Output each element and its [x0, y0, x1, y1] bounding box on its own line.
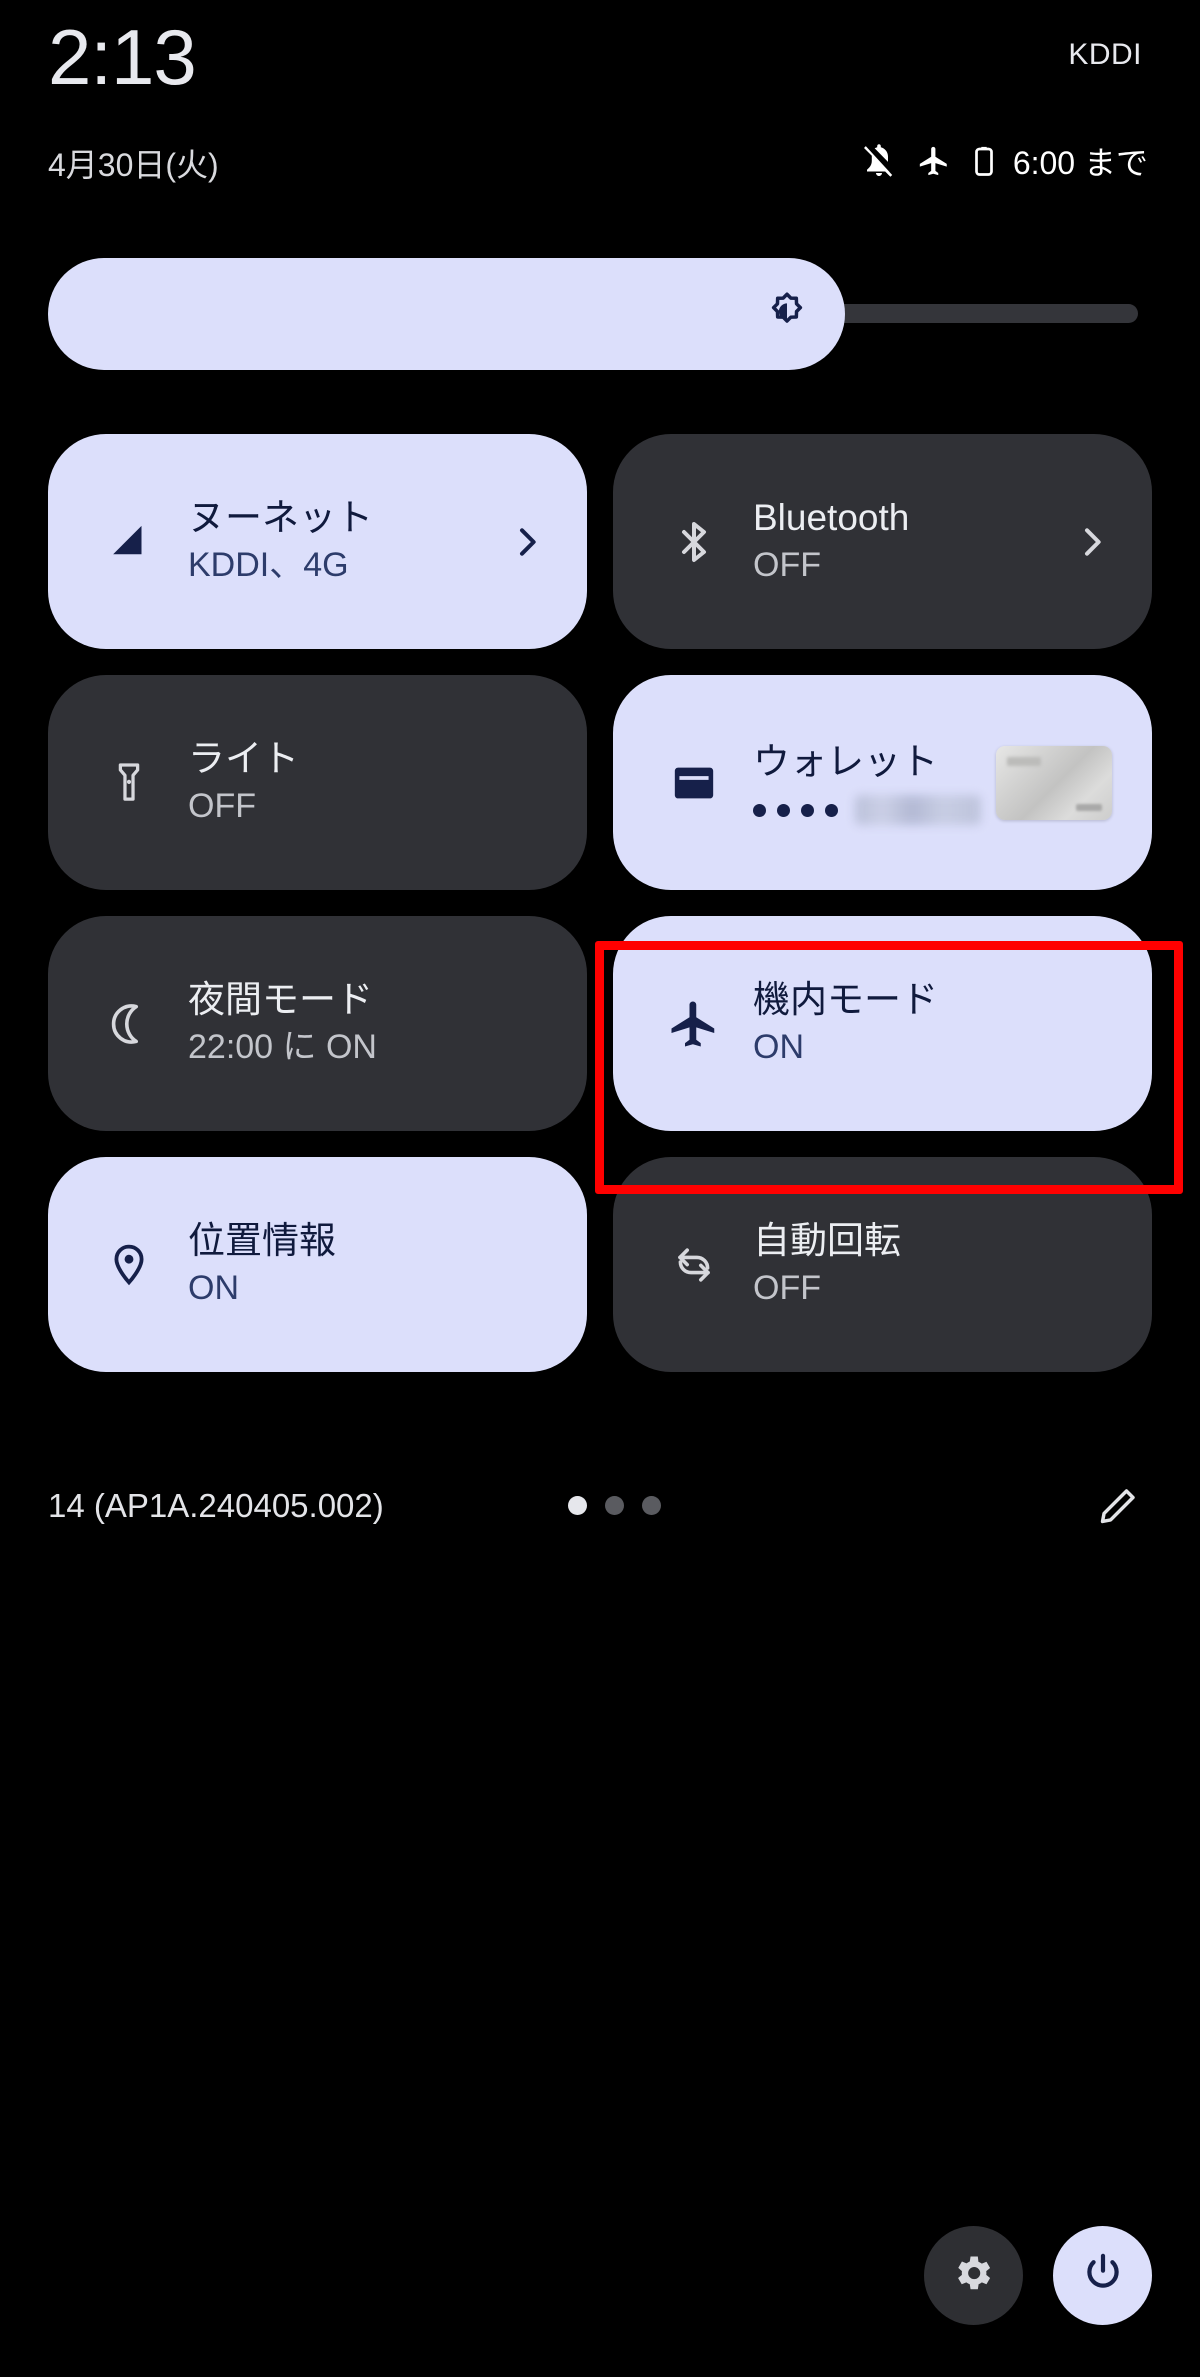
brightness-track[interactable] [808, 304, 1138, 323]
tile-internet-title: ヌーネット [188, 497, 373, 539]
page-dot-2[interactable] [605, 1496, 624, 1515]
tile-flashlight-subtitle: OFF [188, 787, 256, 826]
signal-cellular-icon [96, 517, 162, 567]
tile-auto-rotate-subtitle: OFF [753, 1269, 821, 1308]
status-bar: 2:13 KDDI 4月30日(火) 6:00 まで [0, 0, 1200, 210]
tile-flashlight-title: ライト [188, 738, 299, 780]
quick-settings-tiles: ヌーネット KDDI、4G Bluetooth OFF ライト OFF ウォレッ… [48, 434, 1152, 1372]
chevron-right-icon[interactable] [1072, 522, 1112, 562]
flashlight-icon [96, 760, 162, 806]
brightness-icon [765, 290, 809, 339]
tile-internet-subtitle: KDDI、4G [188, 546, 349, 585]
power-button[interactable] [1053, 2226, 1152, 2325]
page-dot-1[interactable] [568, 1496, 587, 1515]
tile-location[interactable]: 位置情報 ON [48, 1157, 587, 1372]
tile-wallet-masked-number [753, 795, 982, 826]
tile-auto-rotate[interactable]: 自動回転 OFF [613, 1157, 1152, 1372]
status-icons: 6:00 まで [861, 138, 1148, 184]
tile-night-mode-text: 夜間モード 22:00 に ON [188, 978, 547, 1068]
quick-settings-panel: 2:13 KDDI 4月30日(火) 6:00 まで ヌーネット KDDI、4G… [0, 0, 1200, 2377]
chevron-right-icon[interactable] [507, 522, 547, 562]
credit-card-thumbnail[interactable] [996, 745, 1112, 820]
auto-rotate-icon [661, 1241, 727, 1289]
tile-wallet[interactable]: ウォレット [613, 675, 1152, 890]
power-icon [1079, 2249, 1127, 2302]
tile-auto-rotate-text: 自動回転 OFF [753, 1219, 1112, 1309]
tile-location-subtitle: ON [188, 1269, 239, 1308]
brightness-fill[interactable] [48, 258, 845, 370]
moon-icon [96, 1000, 162, 1048]
redacted-card-digits [855, 795, 981, 826]
tile-flashlight-text: ライト OFF [188, 737, 547, 827]
tile-airplane-mode-subtitle: ON [753, 1028, 804, 1067]
tile-location-title: 位置情報 [188, 1220, 336, 1262]
tile-bluetooth-title: Bluetooth [753, 497, 910, 539]
carrier-label: KDDI [1068, 38, 1142, 71]
pencil-edit-icon[interactable] [1096, 1482, 1142, 1533]
tile-flashlight[interactable]: ライト OFF [48, 675, 587, 890]
tile-night-mode[interactable]: 夜間モード 22:00 に ON [48, 916, 587, 1131]
tile-bluetooth-subtitle: OFF [753, 546, 821, 585]
build-version-label: 14 (AP1A.240405.002) [48, 1487, 384, 1524]
brightness-slider[interactable] [48, 258, 1152, 370]
bluetooth-icon [661, 518, 727, 566]
tile-night-mode-title: 夜間モード [188, 979, 373, 1021]
tile-wallet-title: ウォレット [753, 740, 938, 782]
mute-icon [861, 143, 897, 179]
tile-location-text: 位置情報 ON [188, 1219, 547, 1309]
airplane-icon [661, 997, 727, 1051]
tile-wallet-text: ウォレット [753, 740, 982, 826]
battery-time-label: 6:00 まで [1012, 145, 1148, 181]
location-pin-icon [96, 1241, 162, 1289]
mask-dot [801, 803, 814, 817]
battery-icon [971, 143, 997, 179]
tile-internet[interactable]: ヌーネット KDDI、4G [48, 434, 587, 649]
wallet-icon [661, 758, 727, 808]
settings-button[interactable] [924, 2226, 1023, 2325]
tile-airplane-mode-title: 機内モード [753, 979, 938, 1021]
tile-night-mode-subtitle: 22:00 に ON [188, 1028, 377, 1067]
mask-dot [777, 803, 790, 817]
tile-internet-text: ヌーネット KDDI、4G [188, 496, 499, 586]
airplane-icon [917, 144, 951, 178]
tile-auto-rotate-title: 自動回転 [753, 1220, 901, 1262]
mask-dot [825, 803, 838, 817]
mask-dot [753, 803, 766, 817]
panel-footer: 14 (AP1A.240405.002) [48, 1478, 1152, 1534]
gear-icon [951, 2250, 997, 2301]
clock: 2:13 [48, 13, 197, 101]
tile-airplane-mode-text: 機内モード ON [753, 978, 1112, 1068]
tile-bluetooth-text: Bluetooth OFF [753, 496, 1064, 586]
bottom-action-bar [924, 2226, 1152, 2325]
tile-bluetooth[interactable]: Bluetooth OFF [613, 434, 1152, 649]
tile-airplane-mode[interactable]: 機内モード ON [613, 916, 1152, 1131]
page-indicator[interactable] [568, 1496, 661, 1515]
page-dot-3[interactable] [642, 1496, 661, 1515]
date-label: 4月30日(火) [48, 147, 219, 183]
